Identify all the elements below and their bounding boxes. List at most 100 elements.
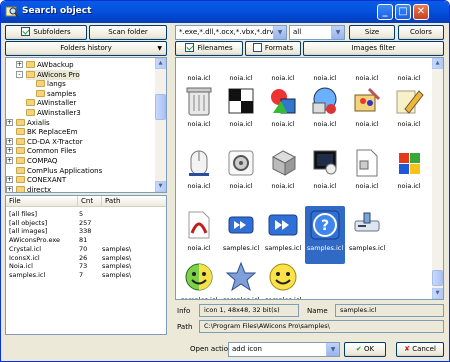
icon-cell[interactable]: noia.icl bbox=[221, 82, 261, 140]
icon-caption: noia.icl bbox=[229, 74, 253, 82]
folder-icon bbox=[16, 118, 25, 126]
icon-cell[interactable]: noia.icl bbox=[305, 144, 345, 202]
icon-cell[interactable]: samples.icl bbox=[263, 258, 303, 299]
icon-cell[interactable]: ? samples.icl bbox=[305, 206, 345, 264]
icon-cell[interactable]: noia.icl bbox=[179, 82, 219, 140]
icon-cell[interactable]: noia.icl bbox=[347, 144, 387, 202]
cancel-button[interactable]: ✘ Cancel bbox=[396, 342, 444, 357]
icon-cell[interactable]: noia.icl bbox=[389, 144, 429, 202]
collapse-icon[interactable]: - bbox=[16, 70, 23, 78]
icon-cell[interactable]: noia.icl bbox=[179, 144, 219, 202]
expand-icon[interactable]: + bbox=[16, 61, 23, 68]
info-label: Info bbox=[177, 307, 191, 315]
icon-cell[interactable]: samples.icl bbox=[347, 206, 387, 264]
scroll-down-icon[interactable]: ▼ bbox=[155, 181, 166, 192]
file-mask-combo[interactable]: *.exe,*.dll,*.ocx,*.vbx,*.drv,* ▼ bbox=[175, 25, 287, 40]
table-cell: samples.icl bbox=[9, 270, 46, 279]
icon-cell[interactable]: samples.icl bbox=[221, 258, 261, 299]
folder-tree[interactable]: + AWbackup - AWicons Pro langs samples AWinsta… bbox=[5, 57, 167, 193]
icon-cell[interactable]: noia.icl bbox=[347, 82, 387, 140]
icon-cell[interactable]: samples.icl bbox=[179, 258, 219, 300]
noia-top-icon bbox=[225, 57, 257, 71]
scroll-up-icon[interactable]: ▲ bbox=[432, 58, 443, 69]
icon-cell[interactable]: noia.icl bbox=[179, 206, 219, 264]
tree-item[interactable]: BK ReplaceEm bbox=[16, 127, 78, 137]
size-button[interactable]: Size bbox=[349, 25, 395, 40]
tree-item[interactable]: - AWicons Pro bbox=[16, 69, 80, 80]
folder-icon bbox=[16, 166, 25, 174]
tree-item[interactable]: + CONEXANT bbox=[6, 175, 66, 185]
column-header-path[interactable]: Path bbox=[102, 196, 166, 207]
filter-combo[interactable]: all ▼ bbox=[289, 25, 345, 40]
colors-button[interactable]: Colors bbox=[398, 25, 444, 40]
file-count-table[interactable]: File Cnt Path [all files] 5 [all objects] 2… bbox=[5, 195, 167, 335]
table-cell: [all files] bbox=[9, 210, 38, 218]
folder-icon bbox=[26, 61, 35, 68]
tree-item-label: langs bbox=[47, 80, 66, 89]
chevron-down-icon[interactable]: ▼ bbox=[326, 343, 339, 356]
table-cell: [all images] bbox=[9, 227, 48, 236]
expand-icon[interactable]: + bbox=[6, 118, 13, 126]
chevron-down-icon[interactable]: ▼ bbox=[331, 26, 344, 39]
grid-scroll-thumb[interactable] bbox=[432, 270, 443, 286]
table-cell: 70 bbox=[79, 244, 88, 253]
chevron-down-icon[interactable]: ▼ bbox=[273, 26, 286, 39]
folders-history-label: Folders history bbox=[60, 44, 112, 52]
formats-checkbox[interactable]: Formats bbox=[245, 41, 301, 56]
filenames-checkbox[interactable]: Filenames bbox=[175, 41, 243, 56]
scroll-up-icon[interactable]: ▲ bbox=[155, 58, 166, 69]
subfolders-checkbox[interactable]: Subfolders bbox=[5, 25, 87, 40]
tree-item[interactable]: + AWbackup bbox=[16, 60, 74, 70]
icon-caption: noia.icl bbox=[313, 182, 337, 190]
tree-item[interactable]: + COMPAQ bbox=[6, 156, 57, 166]
open-action-combo[interactable]: add icon ▼ bbox=[228, 342, 340, 357]
expand-icon[interactable]: + bbox=[6, 176, 13, 184]
icon-cell[interactable]: samples.icl bbox=[221, 206, 261, 264]
tree-item[interactable]: + Common Files bbox=[6, 146, 76, 156]
expand-icon[interactable]: + bbox=[6, 157, 13, 164]
close-button[interactable]: ✕ bbox=[413, 4, 429, 20]
icon-grid[interactable]: noia.icl noia.icl noia.icl noia.icl noia.icl… bbox=[175, 57, 444, 300]
tree-item[interactable]: + CD-DA X-Tractor bbox=[6, 137, 83, 147]
tree-item[interactable]: AWinstaller3 bbox=[26, 108, 81, 118]
scan-folder-button[interactable]: Scan folder bbox=[89, 25, 167, 40]
tree-item[interactable]: AWinstaller bbox=[26, 98, 76, 108]
tree-item[interactable]: langs bbox=[36, 79, 66, 89]
icon-cell[interactable]: noia.icl bbox=[305, 82, 345, 140]
table-cell: 5 bbox=[79, 210, 84, 218]
tree-item[interactable]: samples bbox=[36, 89, 76, 99]
window-title: Search object bbox=[22, 6, 92, 16]
icon-caption: noia.icl bbox=[229, 120, 253, 128]
icon-caption: samples.icl bbox=[180, 296, 218, 300]
ok-button[interactable]: ✔ OK bbox=[344, 342, 386, 357]
expand-icon[interactable]: + bbox=[6, 137, 13, 145]
scroll-down-icon[interactable]: ▼ bbox=[432, 288, 443, 299]
icon-cell[interactable]: noia.icl bbox=[263, 144, 303, 202]
images-filter-button[interactable]: Images filter bbox=[303, 41, 444, 56]
tree-item[interactable]: ComPlus Applications bbox=[16, 166, 102, 176]
expand-icon[interactable]: + bbox=[6, 147, 13, 155]
star-icon bbox=[225, 261, 257, 292]
tree-item[interactable]: + Axialis bbox=[6, 118, 50, 128]
tree-item[interactable]: + directx bbox=[6, 185, 51, 192]
folder-icon bbox=[26, 70, 35, 78]
tree-item-label: AWinstaller bbox=[37, 99, 77, 108]
column-header-file[interactable]: File bbox=[6, 196, 78, 207]
icon-cell[interactable]: noia.icl bbox=[263, 82, 303, 140]
tree-scroll-thumb[interactable] bbox=[155, 94, 166, 120]
expand-icon[interactable]: + bbox=[6, 185, 13, 192]
column-header-cnt[interactable]: Cnt bbox=[78, 196, 102, 207]
folders-history-button[interactable]: Folders history ▼ bbox=[5, 41, 167, 56]
title-bar[interactable]: Search object _ □ ✕ bbox=[1, 1, 449, 23]
maximize-button[interactable]: □ bbox=[395, 4, 411, 20]
minimize-button[interactable]: _ bbox=[377, 4, 393, 20]
smile-half-icon bbox=[185, 263, 213, 291]
filenames-check-icon bbox=[185, 43, 195, 52]
icon-cell[interactable]: samples.icl bbox=[263, 206, 303, 264]
icon-cell[interactable]: noia.icl bbox=[221, 144, 261, 202]
grid-scrollbar[interactable]: ▲ ▼ bbox=[432, 58, 443, 299]
tree-scrollbar[interactable]: ▲ ▼ bbox=[155, 58, 166, 192]
tree-item-label: CD-DA X-Tractor bbox=[27, 137, 83, 146]
tree-item-label: AWinstaller3 bbox=[37, 109, 81, 117]
icon-cell[interactable]: noia.icl bbox=[389, 82, 429, 140]
